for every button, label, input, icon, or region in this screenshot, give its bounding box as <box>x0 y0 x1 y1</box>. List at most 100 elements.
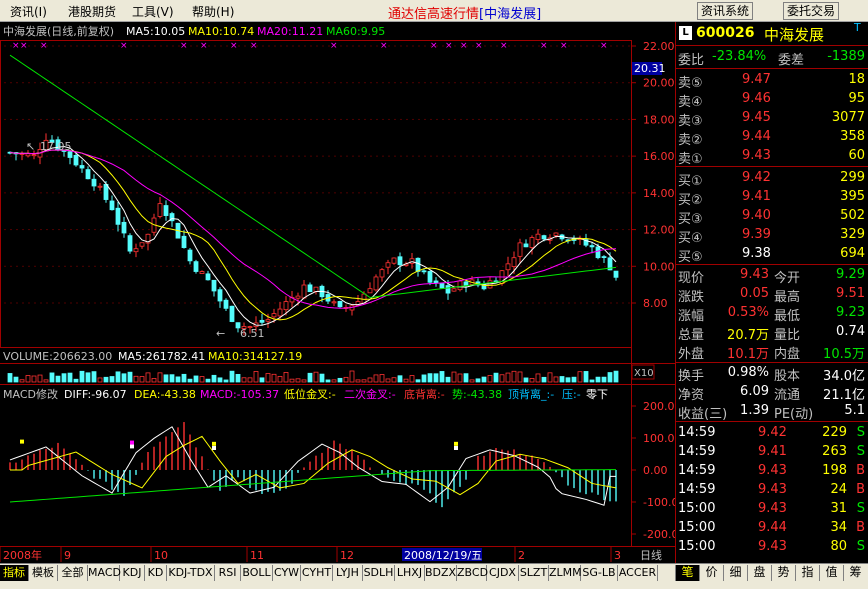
app-title-text: 通达信高速行情 <box>388 7 480 22</box>
indicator-tab[interactable]: KDJ-TDX <box>167 565 215 581</box>
candle <box>205 270 211 281</box>
volume-bar <box>265 373 271 383</box>
weibi-row: 委比 -23.84% 委差 -1389 <box>676 48 868 68</box>
separator <box>676 264 868 265</box>
menu-info[interactable]: 资讯(I) <box>10 3 47 20</box>
indicator-tab[interactable]: BDZX <box>425 565 457 581</box>
ma60-line <box>9 54 617 299</box>
stat-value: 0.05 <box>740 286 769 301</box>
stock-name: 中海发展 <box>764 26 825 44</box>
price-tick-label: 18.00 <box>643 113 675 126</box>
indicator-tab[interactable]: ZLMM <box>549 565 582 581</box>
tick-volume: 34 <box>830 520 847 535</box>
chart-canvas[interactable]: 中海发展(日线,前复权) MA5:10.05 MA10:10.74 MA20:1… <box>0 22 685 563</box>
menu-hk-futures[interactable]: 港股期货 <box>68 3 116 20</box>
indicator-tab[interactable]: 全部 <box>58 565 88 581</box>
stat-row: 总量 20.7万 量比 0.74 <box>676 323 868 343</box>
indicator-tab[interactable]: KDJ <box>120 565 145 581</box>
indicator-tab[interactable]: SLZT <box>519 565 549 581</box>
indicator-tab[interactable]: CJDX <box>487 565 519 581</box>
status-bar <box>0 581 868 589</box>
signal-marker-icon: × <box>500 41 508 51</box>
buy-volume: 395 <box>840 189 865 204</box>
panel-tab[interactable]: 笔 <box>675 565 699 581</box>
stock-code: 600026 <box>696 25 755 41</box>
volume-bar <box>481 376 487 383</box>
volume-bar <box>259 377 265 383</box>
volume-bar <box>541 376 547 383</box>
stat-value: 9.29 <box>836 267 865 282</box>
candle <box>79 159 85 173</box>
indicator-tab[interactable]: ZBCD <box>457 565 488 581</box>
candle <box>493 277 499 283</box>
volume-bar <box>307 372 313 383</box>
volume-bar <box>493 372 499 383</box>
date-label: 9 <box>64 549 71 562</box>
volume-bar <box>145 372 151 383</box>
sell-volume: 3077 <box>831 110 865 125</box>
menu-tools[interactable]: 工具(V) <box>132 3 174 20</box>
panel-tab[interactable]: 盘 <box>747 565 771 581</box>
volume-bar <box>319 373 325 383</box>
tick-side: B <box>856 520 865 535</box>
panel-tab[interactable]: 筹 <box>843 565 867 581</box>
period-label[interactable]: 日线 <box>640 548 662 562</box>
candle <box>601 255 607 263</box>
volume-bar <box>589 379 595 383</box>
indicator-tab[interactable]: LYJH <box>333 565 363 581</box>
stat-label: 最高 <box>774 290 801 305</box>
candle <box>523 239 529 248</box>
panel-tab[interactable]: 值 <box>819 565 843 581</box>
separator <box>676 421 868 422</box>
trade-button[interactable]: 委托交易 <box>783 2 840 20</box>
volume-bar <box>7 373 13 383</box>
indicator-tab[interactable]: ACCER <box>618 565 658 581</box>
buy-row: 买④ 9.39 329 <box>676 226 868 246</box>
panel-tab[interactable]: 价 <box>699 565 723 581</box>
stat-value: 10.5万 <box>823 347 865 362</box>
panel-tab[interactable]: 指 <box>795 565 819 581</box>
volume-bar <box>373 374 379 383</box>
sell-price: 9.43 <box>742 148 771 163</box>
panel-tab[interactable]: 势 <box>771 565 795 581</box>
macd-t2-label: 二次金叉:- <box>344 387 396 401</box>
tick-volume: 263 <box>822 444 847 459</box>
tick-price: 9.42 <box>758 425 787 440</box>
indicator-tab[interactable]: CYHT <box>301 565 333 581</box>
chart-area[interactable]: 中海发展(日线,前复权) MA5:10.05 MA10:10.74 MA20:1… <box>0 22 685 563</box>
tick-row: 15:00 9.43 80 S <box>676 538 868 557</box>
date-label: 3 <box>614 549 621 562</box>
volume-bar <box>547 372 553 383</box>
indicator-tab[interactable]: CYW <box>273 565 301 581</box>
volume-bar <box>445 376 451 383</box>
tick-volume: 24 <box>830 482 847 497</box>
indicator-tab[interactable]: 指标 <box>0 565 29 581</box>
info-label: 换手 <box>678 369 705 384</box>
candle <box>67 151 73 165</box>
weicha-label: 委差 <box>778 53 805 68</box>
volume-bar <box>85 372 91 383</box>
info-system-button[interactable]: 资讯系统 <box>697 2 754 20</box>
volume-bar <box>205 378 211 383</box>
indicator-tab[interactable]: LHXJ <box>395 565 425 581</box>
volume-bar <box>181 373 187 383</box>
candle <box>559 233 565 242</box>
indicator-tab[interactable]: KD <box>145 565 167 581</box>
indicator-tab[interactable]: RSI <box>215 565 241 581</box>
tick-price: 9.43 <box>758 463 787 478</box>
volume-bar <box>61 373 67 383</box>
menu-help[interactable]: 帮助(H) <box>192 3 234 20</box>
volume-bar <box>439 371 445 383</box>
stat-label: 外盘 <box>678 347 705 362</box>
indicator-tab[interactable]: 模板 <box>29 565 58 581</box>
macd-signal-square <box>20 439 24 444</box>
indicator-tab[interactable]: SDLH <box>363 565 395 581</box>
candle <box>415 257 421 277</box>
indicator-tab[interactable]: BOLL <box>241 565 273 581</box>
info-label: 净资 <box>678 388 705 403</box>
indicator-tab[interactable]: MACD <box>88 565 121 581</box>
stat-row: 涨跌 0.05 最高 9.51 <box>676 285 868 305</box>
macd-tick-label: 100.00 <box>643 432 675 445</box>
panel-tab[interactable]: 细 <box>723 565 747 581</box>
indicator-tab[interactable]: SG-LB <box>581 565 618 581</box>
